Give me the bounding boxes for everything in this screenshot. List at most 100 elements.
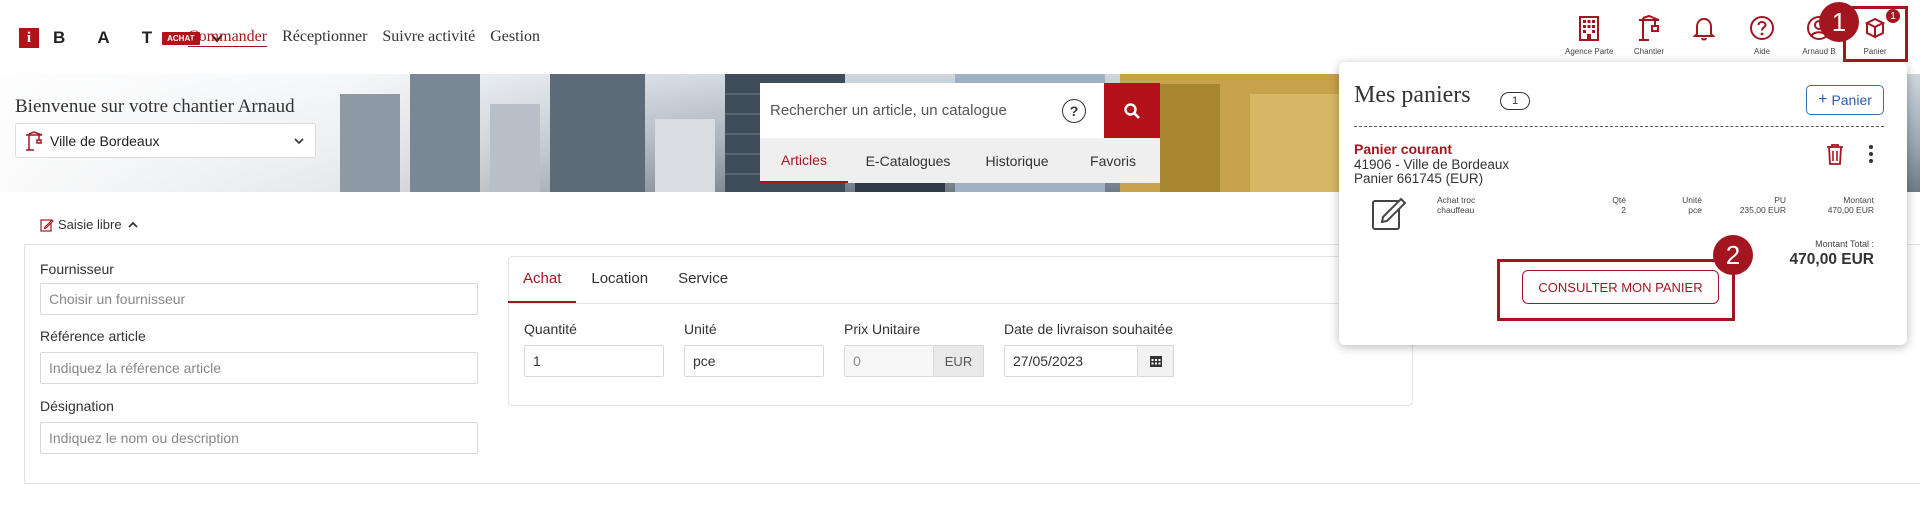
top-agence[interactable]: Agence Partenaire: [1565, 14, 1613, 59]
designation-label: Désignation: [40, 398, 114, 414]
quantite-value: 1: [533, 353, 541, 369]
search-tabs: Articles E-Catalogues Historique Favoris: [760, 138, 1160, 183]
tab-e-catalogues[interactable]: E-Catalogues: [848, 138, 968, 183]
reference-field[interactable]: Indiquez la référence article: [40, 352, 478, 384]
annotation-number-1: 1: [1819, 2, 1859, 42]
cart-item-pu-label: PU: [1774, 195, 1786, 205]
building-icon: [1579, 16, 1599, 41]
top-agence-label: Agence Partenaire: [1565, 47, 1613, 56]
site-selector-value: Ville de Bordeaux: [50, 132, 160, 149]
search-help-icon[interactable]: ?: [1062, 99, 1086, 123]
edit-icon: [40, 218, 54, 232]
top-chantier[interactable]: Chantier: [1625, 14, 1673, 59]
cart-item-unite: Unité pce: [1660, 195, 1702, 215]
chevron-up-icon: [127, 221, 138, 228]
tab-favoris[interactable]: Favoris: [1066, 138, 1160, 183]
plus-icon: +: [1818, 91, 1828, 108]
crane-icon: [26, 130, 43, 151]
cart-count-pill: 1: [1500, 92, 1530, 110]
search-icon: [1124, 102, 1140, 119]
unite-value: pce: [693, 353, 716, 369]
date-livraison-label: Date de livraison souhaitée: [1004, 321, 1173, 337]
article-type-tabs: Achat Location Service: [508, 270, 743, 303]
annotation-number-2: 2: [1713, 235, 1753, 275]
top-aide-label: Aide: [1753, 47, 1770, 56]
nav-suivre-activite[interactable]: Suivre activité: [382, 28, 475, 46]
top-notifications[interactable]: [1680, 14, 1728, 59]
tab-service[interactable]: Service: [663, 270, 743, 303]
cart-item-name-1: Achat troc: [1437, 195, 1476, 205]
kebab-menu-icon[interactable]: [1868, 144, 1874, 164]
unite-label: Unité: [684, 321, 717, 337]
cart-panier-line: Panier 661745 (EUR): [1354, 171, 1484, 186]
cart-item-qte-label: Qté: [1612, 195, 1626, 205]
help-icon: [1750, 16, 1774, 40]
tabs-divider: [508, 303, 1413, 304]
logo-letters: B A T: [53, 28, 167, 47]
add-cart-button[interactable]: + Panier: [1806, 85, 1884, 115]
main-nav: Commander Réceptionner Suivre activité G…: [188, 28, 540, 46]
cart-total-value: 470,00 EUR: [1789, 251, 1874, 268]
quantite-field[interactable]: 1: [524, 345, 664, 377]
page-root: i B A T ACHAT Commander Réceptionner Sui…: [0, 0, 1920, 505]
reference-label: Référence article: [40, 328, 146, 344]
cart-item-montant-value: 470,00 EUR: [1827, 205, 1874, 215]
date-livraison-value: 27/05/2023: [1013, 353, 1084, 369]
nav-commander[interactable]: Commander: [188, 28, 267, 46]
prix-currency-addon: EUR: [934, 345, 984, 377]
fournisseur-placeholder: Choisir un fournisseur: [49, 291, 186, 307]
prix-unitaire-placeholder: 0: [853, 353, 861, 369]
add-cart-label: Panier: [1831, 92, 1872, 108]
fournisseur-label: Fournisseur: [40, 261, 114, 277]
search-button[interactable]: [1104, 83, 1160, 138]
quantite-label: Quantité: [524, 321, 577, 337]
fournisseur-field[interactable]: Choisir un fournisseur: [40, 283, 478, 315]
date-livraison-field[interactable]: 27/05/2023: [1004, 345, 1138, 377]
top-aide[interactable]: Aide: [1738, 14, 1786, 59]
calendar-icon: [1149, 356, 1162, 367]
nav-receptionner[interactable]: Réceptionner: [282, 28, 367, 46]
top-notifications-label: [1680, 47, 1728, 59]
tab-historique[interactable]: Historique: [968, 138, 1066, 183]
cart-chantier-line: 41906 - Ville de Bordeaux: [1354, 157, 1510, 172]
tab-articles[interactable]: Articles: [760, 138, 848, 183]
current-cart-label[interactable]: Panier courant: [1354, 141, 1452, 157]
bell-icon: [1692, 17, 1716, 41]
nav-gestion[interactable]: Gestion: [490, 28, 540, 46]
cart-item-montant-label: Montant: [1843, 195, 1874, 205]
search-placeholder: Rechercher un article, un catalogue: [770, 102, 1007, 119]
hero-welcome-title: Bienvenue sur votre chantier Arnaud: [15, 96, 295, 117]
trash-icon[interactable]: [1824, 142, 1846, 166]
annotation-box-2: [1497, 259, 1735, 321]
cart-item-name-2: chauffeau: [1437, 205, 1475, 215]
cart-separator: [1354, 126, 1884, 127]
tab-location[interactable]: Location: [576, 270, 663, 303]
site-selector[interactable]: Ville de Bordeaux: [15, 123, 316, 158]
tab-achat[interactable]: Achat: [508, 270, 577, 303]
search-widget: Rechercher un article, un catalogue ? Ar…: [760, 83, 1160, 183]
logo-i-mark: i: [19, 28, 39, 48]
cart-item-name: Achat troc chauffeau: [1437, 195, 1475, 215]
cart-item-montant: Montant 470,00 EUR: [1814, 195, 1874, 215]
calendar-button[interactable]: [1138, 345, 1174, 377]
search-input[interactable]: Rechercher un article, un catalogue: [760, 83, 1104, 138]
prix-unitaire-field[interactable]: 0: [844, 345, 934, 377]
prix-unitaire-label: Prix Unitaire: [844, 321, 921, 337]
cart-item-pu-value: 235,00 EUR: [1739, 205, 1786, 215]
crane-icon: [1639, 14, 1660, 41]
designation-placeholder: Indiquez le nom ou description: [49, 430, 239, 446]
cart-item-qte-value: 2: [1621, 205, 1626, 215]
cart-item-unite-label: Unité: [1682, 195, 1702, 205]
cart-item-unite-value: pce: [1688, 205, 1702, 215]
designation-field[interactable]: Indiquez le nom ou description: [40, 422, 478, 454]
cart-title: Mes paniers: [1354, 82, 1471, 108]
unite-field[interactable]: pce: [684, 345, 824, 377]
saisie-libre-toggle[interactable]: Saisie libre: [40, 217, 140, 232]
edit-article-icon: [1372, 197, 1407, 230]
saisie-libre-label: Saisie libre: [58, 217, 122, 232]
cart-item-qte: Qté 2: [1590, 195, 1626, 215]
cart-item-pu: PU 235,00 EUR: [1728, 195, 1786, 215]
top-user-label: Arnaud B: [1802, 47, 1836, 56]
chevron-down-icon: [294, 138, 304, 145]
cart-total-label: Montant Total :: [1815, 239, 1874, 249]
